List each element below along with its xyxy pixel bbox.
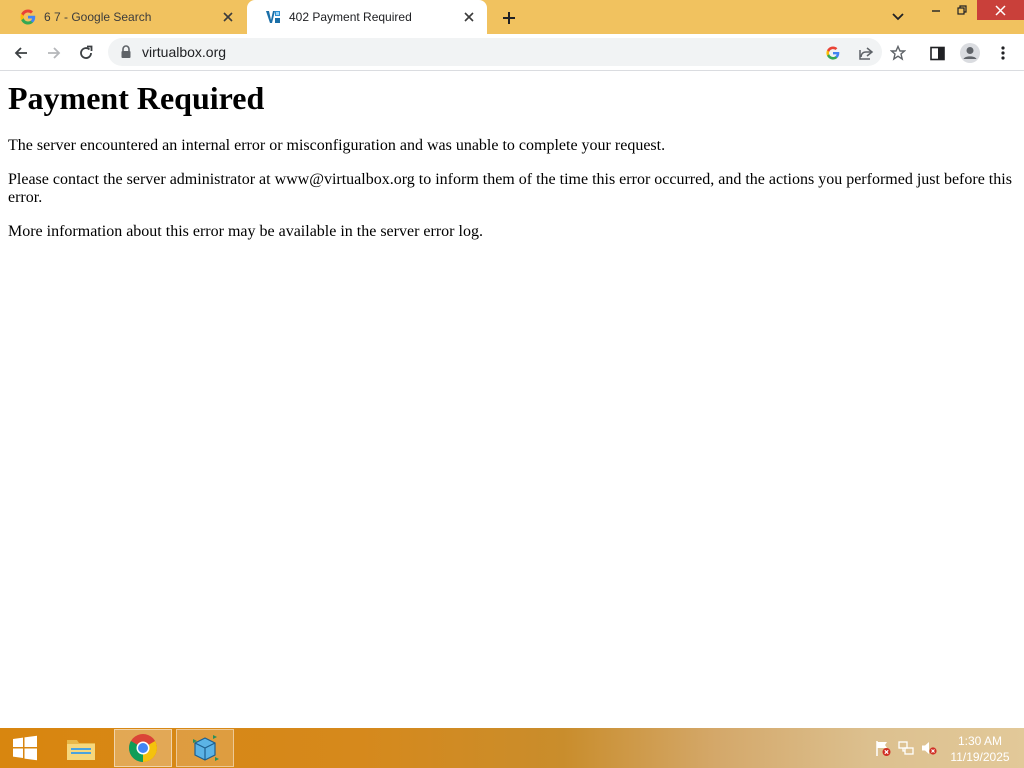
tab-payment-required[interactable]: 402 Payment Required — [247, 0, 487, 34]
google-lens-icon[interactable] — [824, 44, 842, 62]
forward-arrow-icon — [48, 47, 61, 59]
tab-search-button[interactable] — [888, 8, 908, 26]
tab-title: 6 7 - Google Search — [44, 10, 152, 24]
kebab-menu-icon[interactable] — [994, 44, 1012, 62]
new-tab-button[interactable] — [498, 7, 520, 29]
tab-title: 402 Payment Required — [289, 10, 412, 24]
file-explorer-taskbar-button[interactable] — [56, 729, 106, 767]
url-text[interactable]: virtualbox.org — [142, 44, 226, 60]
restore-icon — [957, 5, 967, 15]
google-g-icon — [20, 9, 36, 25]
minimize-icon — [932, 10, 940, 12]
browser-toolbar: virtualbox.org — [0, 34, 1024, 71]
clock-date: 11/19/2025 — [950, 750, 1010, 764]
tab-close-icon[interactable] — [220, 9, 236, 25]
virtualbox-taskbar-button[interactable] — [176, 729, 234, 767]
error-log-paragraph: More information about this error may be… — [8, 223, 483, 240]
chrome-taskbar-button[interactable] — [114, 729, 172, 767]
start-button[interactable] — [0, 729, 50, 767]
minimize-button[interactable] — [924, 0, 948, 20]
tab-close-icon[interactable] — [461, 9, 477, 25]
back-arrow-icon — [14, 47, 27, 59]
chrome-icon — [129, 734, 157, 762]
close-icon — [995, 4, 1006, 16]
error-message-paragraph: The server encountered an internal error… — [8, 137, 666, 154]
lock-icon[interactable] — [120, 45, 132, 59]
back-button[interactable] — [10, 42, 32, 64]
virtualbox-app-icon — [193, 735, 219, 761]
contact-admin-paragraph: Please contact the server administrator … — [8, 171, 1012, 206]
plus-icon — [503, 12, 515, 24]
forward-button[interactable] — [43, 42, 65, 64]
page-content: Payment Required The server encountered … — [0, 71, 1024, 728]
file-explorer-icon — [67, 740, 95, 760]
page-title: Payment Required — [8, 80, 265, 116]
tab-strip: 6 7 - Google Search 402 Payment Required — [0, 0, 1024, 34]
volume-muted-icon[interactable] — [920, 739, 938, 757]
chevron-down-icon — [892, 13, 904, 21]
network-icon[interactable] — [897, 739, 915, 757]
clock-time: 1:30 AM — [957, 734, 1003, 748]
system-clock[interactable]: 1:30 AM 11/19/2025 — [944, 733, 1016, 765]
address-bar[interactable]: virtualbox.org — [108, 38, 882, 66]
restore-button[interactable] — [950, 0, 974, 20]
reload-button[interactable] — [75, 42, 97, 64]
reload-icon — [80, 45, 93, 59]
profile-avatar-icon[interactable] — [958, 41, 982, 65]
tab-google-search[interactable]: 6 7 - Google Search — [2, 0, 246, 34]
action-center-flag-icon[interactable] — [874, 739, 892, 757]
side-panel-icon[interactable] — [928, 44, 946, 62]
virtualbox-icon — [265, 9, 281, 25]
taskbar — [0, 728, 1024, 768]
share-icon[interactable] — [857, 44, 875, 62]
bookmark-star-icon[interactable] — [889, 44, 907, 62]
windows-start-icon — [13, 735, 37, 761]
close-window-button[interactable] — [977, 0, 1024, 20]
